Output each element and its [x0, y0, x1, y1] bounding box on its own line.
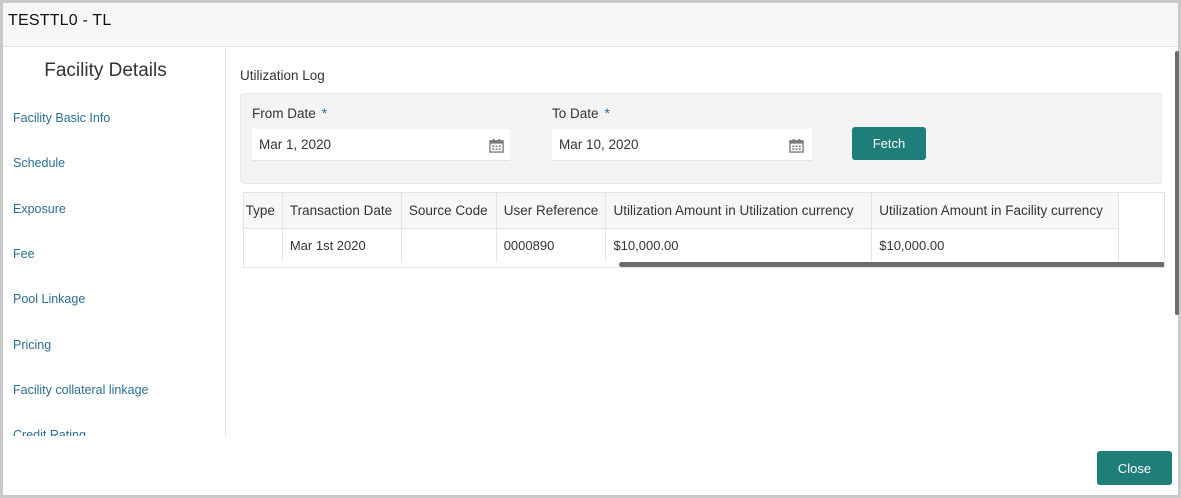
to-date-input[interactable]: [552, 129, 812, 161]
fetch-button[interactable]: Fetch: [852, 127, 926, 160]
sidebar-item-pool-linkage[interactable]: Pool Linkage: [13, 292, 85, 306]
required-marker: *: [321, 105, 328, 121]
table-cell: $10,000.00: [605, 228, 873, 262]
column-header-user-reference[interactable]: User Reference: [496, 193, 607, 229]
table-cell: Mar 1st 2020: [282, 228, 402, 262]
close-button[interactable]: Close: [1097, 451, 1172, 485]
calendar-icon[interactable]: [789, 138, 804, 153]
to-date-label-text: To Date: [552, 106, 599, 121]
column-header-limit-type[interactable]: mit Type: [244, 193, 283, 229]
from-date-label: From Date *: [252, 105, 327, 121]
required-marker: *: [604, 105, 610, 121]
main-panel: Utilization Log From Date * To Date *: [227, 48, 1165, 438]
filter-panel: From Date * To Date *: [240, 93, 1162, 184]
column-header-transaction-date[interactable]: Transaction Date: [282, 193, 402, 229]
utilization-table-container: mit Type Transaction Date Source Code Us…: [243, 192, 1165, 268]
table-row[interactable]: Mar 1st 2020 0000890 $10,000.00 $10,000.…: [244, 228, 1119, 262]
sidebar-item-facility-collateral-linkage[interactable]: Facility collateral linkage: [13, 383, 148, 397]
sidebar-item-exposure[interactable]: Exposure: [13, 202, 66, 216]
sidebar-item-facility-basic-info[interactable]: Facility Basic Info: [13, 111, 110, 125]
utilization-table: mit Type Transaction Date Source Code Us…: [244, 193, 1119, 262]
column-header-utilization-amount-facility-currency[interactable]: Utilization Amount in Facility currency: [871, 193, 1119, 229]
calendar-icon[interactable]: [489, 138, 504, 153]
sidebar-item-credit-rating[interactable]: Credit Rating: [13, 428, 86, 436]
column-header-utilization-amount-utilization-currency[interactable]: Utilization Amount in Utilization curren…: [605, 193, 873, 229]
sidebar-item-fee[interactable]: Fee: [13, 247, 35, 261]
table-cell: $10,000.00: [871, 228, 1119, 262]
window-title: TESTTL0 - TL: [8, 12, 112, 29]
vertical-scrollbar[interactable]: [1175, 51, 1179, 315]
title-bar: TESTTL0 - TL: [3, 3, 1178, 47]
sidebar-item-pricing[interactable]: Pricing: [13, 338, 51, 352]
table-cell: [401, 228, 497, 262]
sidebar-item-schedule[interactable]: Schedule: [13, 156, 65, 170]
to-date-label: To Date *: [552, 105, 610, 121]
section-title: Utilization Log: [240, 68, 325, 83]
dialog-window: TESTTL0 - TL Facility Details Facility B…: [0, 0, 1181, 498]
column-header-source-code[interactable]: Source Code: [401, 193, 497, 229]
table-header-row: mit Type Transaction Date Source Code Us…: [244, 193, 1119, 229]
from-date-input[interactable]: [252, 129, 510, 161]
sidebar-heading: Facility Details: [44, 60, 167, 81]
table-cell: [244, 228, 283, 262]
table-cell: 0000890: [496, 228, 607, 262]
sidebar: Facility Details Facility Basic Info Sch…: [3, 48, 226, 436]
horizontal-scrollbar[interactable]: [619, 262, 1164, 267]
from-date-label-text: From Date: [252, 106, 316, 121]
